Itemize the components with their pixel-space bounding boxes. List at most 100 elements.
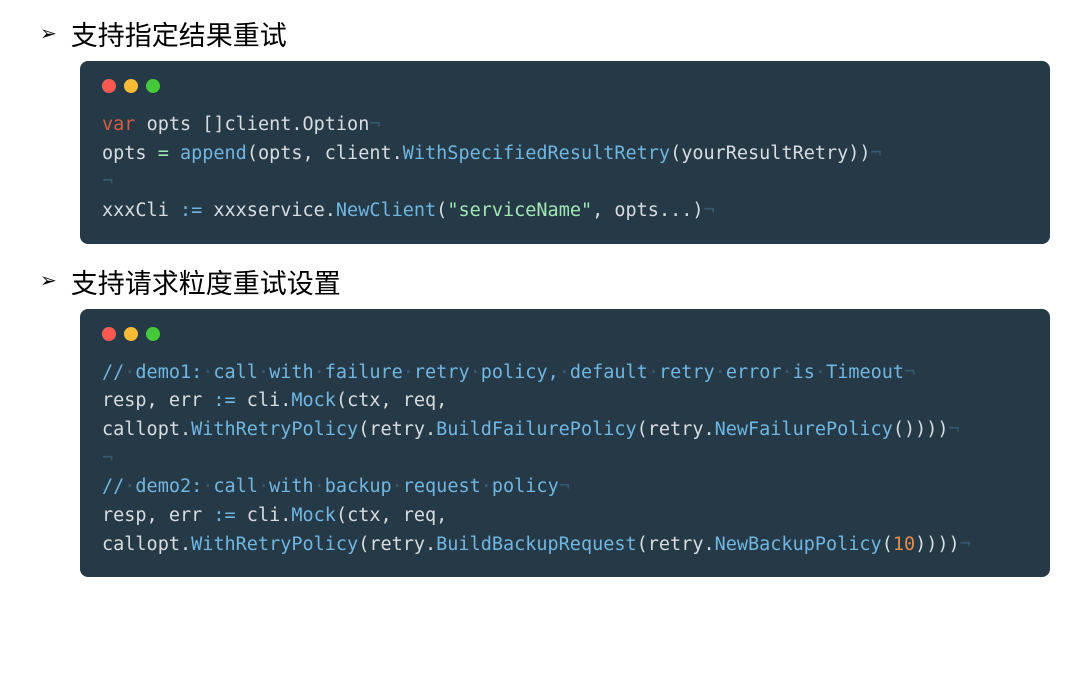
- code-token: ¬: [704, 200, 715, 221]
- code-token: error: [726, 362, 782, 383]
- code-token: WithRetryPolicy: [191, 419, 358, 440]
- zoom-dot-icon: [146, 327, 160, 341]
- code-token: ·: [392, 476, 403, 497]
- code-token: ·: [202, 476, 213, 497]
- code-token: , opts: [592, 200, 659, 221]
- code-token: NewBackupPolicy: [715, 534, 882, 555]
- bullet-item: ➢ 支持请求粒度重试设置: [40, 262, 1060, 301]
- code-token: (: [436, 200, 447, 221]
- code-token: ¬: [871, 143, 882, 164]
- code-token: policy: [492, 476, 559, 497]
- code-token: .: [291, 114, 302, 135]
- code-token: failure: [325, 362, 403, 383]
- code-token: WithRetryPolicy: [191, 534, 358, 555]
- code-token: BuildBackupRequest: [436, 534, 636, 555]
- code-token: resp, err: [102, 390, 213, 411]
- code-token: append: [180, 143, 247, 164]
- code-token: .: [180, 534, 191, 555]
- triangle-bullet-icon: ➢: [40, 271, 57, 291]
- code-token: [169, 143, 180, 164]
- code-token: default: [570, 362, 648, 383]
- code-token: resp, err: [102, 505, 213, 526]
- code-token: .: [425, 534, 436, 555]
- code-token: ·: [470, 362, 481, 383]
- code-token: //: [102, 476, 124, 497]
- code-token: ¬: [960, 534, 971, 555]
- code-token: ·: [124, 362, 135, 383]
- code-token: (retry: [358, 534, 425, 555]
- code-token: ·: [815, 362, 826, 383]
- code-token: with: [269, 476, 314, 497]
- code-token: backup: [325, 476, 392, 497]
- code-token: opts []client: [147, 114, 292, 135]
- code-token: BuildFailurePolicy: [436, 419, 636, 440]
- code-token: xxxCli: [102, 200, 180, 221]
- code-token: ·: [124, 476, 135, 497]
- code-token: demo1:: [135, 362, 202, 383]
- code-token: ·: [314, 476, 325, 497]
- code-token: :=: [213, 505, 235, 526]
- code-token: ·: [202, 362, 213, 383]
- code-token: ¬: [102, 171, 113, 192]
- window-dots: [102, 79, 1028, 93]
- code-token: WithSpecifiedResultRetry: [403, 143, 670, 164]
- code-token: callopt: [102, 419, 180, 440]
- code-token: with: [269, 362, 314, 383]
- code-block: //·demo1:·call·with·failure·retry·policy…: [102, 359, 1028, 560]
- code-token: 10: [893, 534, 915, 555]
- code-token: ·: [314, 362, 325, 383]
- code-token: retry: [414, 362, 470, 383]
- code-token: :=: [180, 200, 202, 221]
- code-token: //: [102, 362, 124, 383]
- code-token: ·: [403, 362, 414, 383]
- code-token: "serviceName": [447, 200, 592, 221]
- code-token: NewClient: [336, 200, 436, 221]
- code-token: ·: [481, 476, 492, 497]
- code-token: ()))): [893, 419, 949, 440]
- code-token: ¬: [904, 362, 915, 383]
- code-token: .: [280, 505, 291, 526]
- code-token: .: [325, 200, 336, 221]
- code-token: Mock: [291, 390, 336, 411]
- code-token: .: [425, 419, 436, 440]
- code-token: (retry: [637, 419, 704, 440]
- code-token: (ctx, req,: [336, 505, 447, 526]
- close-dot-icon: [102, 327, 116, 341]
- code-token: ·: [258, 476, 269, 497]
- section-heading: 支持指定结果重试: [71, 14, 287, 53]
- page: ➢ 支持指定结果重试 var opts []client.Option¬ opt…: [0, 0, 1080, 615]
- minimize-dot-icon: [124, 327, 138, 341]
- code-token: demo2:: [135, 476, 202, 497]
- code-block: var opts []client.Option¬ opts = append(…: [102, 111, 1028, 226]
- code-token: retry: [659, 362, 715, 383]
- code-token: NewFailurePolicy: [715, 419, 893, 440]
- code-token: ·: [782, 362, 793, 383]
- code-token: (ctx, req,: [336, 390, 447, 411]
- zoom-dot-icon: [146, 79, 160, 93]
- code-token: (retry: [637, 534, 704, 555]
- code-token: cli: [236, 390, 281, 411]
- code-token: (: [882, 534, 893, 555]
- code-token: ¬: [559, 476, 570, 497]
- minimize-dot-icon: [124, 79, 138, 93]
- code-token: Mock: [291, 505, 336, 526]
- code-token: call: [213, 362, 258, 383]
- code-token: .: [703, 534, 714, 555]
- code-token: ...: [659, 200, 692, 221]
- bullet-item: ➢ 支持指定结果重试: [40, 14, 1060, 53]
- code-token: .: [392, 143, 403, 164]
- code-token: ¬: [369, 114, 380, 135]
- window-dots: [102, 327, 1028, 341]
- code-token: var: [102, 114, 135, 135]
- close-dot-icon: [102, 79, 116, 93]
- code-token: (retry: [358, 419, 425, 440]
- code-token: Timeout: [826, 362, 904, 383]
- code-token: )))): [915, 534, 960, 555]
- code-token: ¬: [102, 448, 113, 469]
- code-token: .: [280, 390, 291, 411]
- code-token: request: [403, 476, 481, 497]
- code-card: //·demo1:·call·with·failure·retry·policy…: [80, 309, 1050, 578]
- code-token: =: [158, 143, 169, 164]
- code-token: xxxservice: [202, 200, 325, 221]
- triangle-bullet-icon: ➢: [40, 24, 57, 44]
